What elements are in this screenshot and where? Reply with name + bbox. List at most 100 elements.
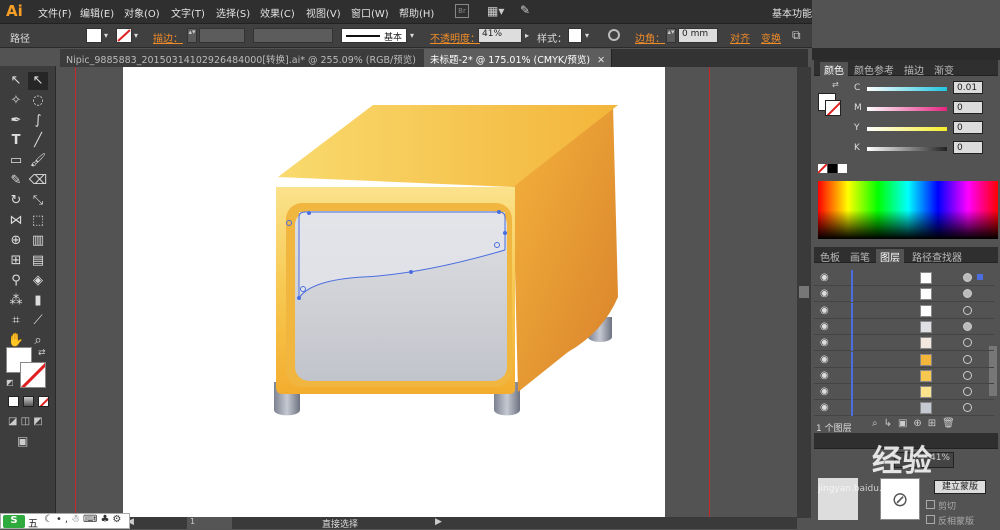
menu-effect[interactable]: 效果(C) — [260, 5, 295, 20]
pen-tool-icon[interactable]: ✒ — [6, 112, 26, 130]
screen-mode-icon[interactable]: ▣ — [17, 434, 28, 448]
layer-row[interactable]: ◉ — [814, 302, 994, 319]
column-graph-icon[interactable]: ▮ — [28, 292, 48, 310]
layer-row[interactable]: ◉ — [814, 286, 994, 303]
target-circle-icon[interactable] — [963, 273, 972, 282]
layer-row[interactable]: ◉ — [814, 367, 994, 384]
anchor-point[interactable] — [503, 231, 507, 235]
stroke-weight-stepper[interactable]: ▴▾ — [187, 28, 197, 43]
visibility-eye-icon[interactable]: ◉ — [820, 305, 829, 316]
target-circle-icon[interactable] — [963, 289, 972, 299]
slice-tool-icon[interactable]: ⟋ — [28, 312, 48, 330]
stroke-link[interactable]: 描边： — [153, 30, 183, 45]
menu-select[interactable]: 选择(S) — [216, 5, 250, 20]
rotate-icon[interactable]: ↻ — [6, 192, 26, 210]
fill-swatch[interactable] — [86, 28, 102, 43]
none-swatch[interactable] — [818, 164, 827, 173]
sogou-logo-icon[interactable]: S — [3, 515, 25, 528]
anchor-point[interactable] — [297, 296, 301, 300]
tab-brushes[interactable]: 画笔 — [846, 249, 874, 264]
paintbrush-icon[interactable]: 🖌 — [28, 152, 48, 170]
anchor-point[interactable] — [409, 270, 413, 274]
target-circle-icon[interactable] — [963, 387, 972, 397]
variable-width-dropdown[interactable] — [253, 28, 333, 43]
target-circle-icon[interactable] — [963, 338, 972, 348]
visibility-eye-icon[interactable]: ◉ — [820, 272, 829, 283]
white-swatch[interactable] — [838, 164, 847, 173]
align-link[interactable]: 对齐 — [730, 30, 750, 45]
clip-checkbox[interactable] — [926, 500, 935, 509]
target-circle-icon[interactable] — [963, 354, 972, 364]
channel-m-slider[interactable] — [867, 107, 947, 111]
menu-file[interactable]: 文件(F) — [38, 5, 72, 20]
channel-y-slider[interactable] — [867, 127, 947, 131]
layer-actions-icons[interactable]: ⌕↳▣⊕⊞🗑 — [872, 418, 961, 429]
mesh-icon[interactable]: ⊞ — [6, 252, 26, 270]
recolor-icon[interactable] — [608, 29, 620, 41]
shape-builder-icon[interactable]: ⊕ — [6, 232, 26, 250]
tab-gradient[interactable]: 渐变 — [930, 62, 958, 77]
layer-row[interactable]: ◉ — [814, 400, 994, 417]
vertical-scrollbar[interactable] — [797, 67, 811, 518]
cabinet-artwork[interactable] — [123, 67, 665, 518]
color-spectrum[interactable] — [818, 181, 998, 239]
transform-link[interactable]: 变换 — [761, 30, 781, 45]
width-tool-icon[interactable]: ⋈ — [6, 212, 26, 230]
brush-chevron-icon[interactable]: ▾ — [410, 31, 414, 40]
menu-type[interactable]: 文字(T) — [171, 5, 205, 20]
line-tool-icon[interactable]: ╱ — [28, 132, 48, 150]
ime-tray-icons[interactable]: ☾•,☃⌨♣⚙ — [44, 514, 124, 525]
visibility-eye-icon[interactable]: ◉ — [820, 321, 829, 332]
swap-colors-icon[interactable]: ⇄ — [832, 80, 839, 89]
swap-colors-icon[interactable]: ⇄ — [38, 348, 46, 358]
gradient-icon[interactable]: ▤ — [28, 252, 48, 270]
drawing-modes-icon[interactable]: ◪ ◫ ◩ — [8, 416, 43, 427]
channel-y-input[interactable]: 0 — [953, 121, 983, 134]
tab-doc-2[interactable]: 未标题-2* @ 175.01% (CMYK/预览) ✕ — [424, 49, 613, 67]
scale-icon[interactable]: ⤡ — [28, 192, 48, 210]
menu-edit[interactable]: 编辑(E) — [80, 5, 114, 20]
channel-k-input[interactable]: 0 — [953, 141, 983, 154]
visibility-eye-icon[interactable]: ◉ — [820, 370, 829, 381]
color-stroke-box[interactable] — [825, 100, 841, 116]
eraser-icon[interactable]: ⌫ — [28, 172, 48, 190]
symbol-sprayer-icon[interactable]: ⁂ — [6, 292, 26, 310]
status-expand-icon[interactable]: ▶ — [435, 517, 442, 527]
selection-tool-icon[interactable]: ↖ — [6, 72, 26, 90]
corner-input[interactable]: 0 mm — [678, 28, 718, 43]
target-circle-icon[interactable] — [963, 403, 972, 413]
visibility-eye-icon[interactable]: ◉ — [820, 288, 829, 299]
tab-stroke[interactable]: 描边 — [900, 62, 928, 77]
menu-window[interactable]: 窗口(W) — [351, 5, 389, 20]
channel-c-input[interactable]: 0.01 — [953, 81, 983, 94]
layer-row[interactable]: ◉ — [814, 318, 994, 335]
channel-c-slider[interactable] — [867, 87, 947, 91]
blend-icon[interactable]: ◈ — [28, 272, 48, 290]
anchor-point[interactable] — [307, 211, 311, 215]
direct-selection-tool-icon[interactable]: ↖ — [28, 72, 48, 90]
corner-stepper[interactable]: ▴▾ — [666, 28, 676, 43]
invert-mask-checkbox[interactable] — [926, 515, 935, 524]
gradient-mode-icon[interactable] — [23, 396, 34, 407]
menu-help[interactable]: 帮助(H) — [399, 5, 434, 20]
artboard[interactable] — [123, 67, 665, 518]
corner-link[interactable]: 边角： — [635, 30, 665, 45]
visibility-eye-icon[interactable]: ◉ — [820, 402, 829, 413]
visibility-eye-icon[interactable]: ◉ — [820, 386, 829, 397]
rectangle-tool-icon[interactable]: ▭ — [6, 152, 26, 170]
black-swatch[interactable] — [828, 164, 837, 173]
lasso-icon[interactable]: ◌ — [28, 92, 48, 110]
perspective-grid-icon[interactable]: ▥ — [28, 232, 48, 250]
fill-chevron-icon[interactable]: ▾ — [104, 31, 108, 40]
channel-m-input[interactable]: 0 — [953, 101, 983, 114]
menu-view[interactable]: 视图(V) — [306, 5, 341, 20]
visibility-eye-icon[interactable]: ◉ — [820, 337, 829, 348]
isolate-icon[interactable]: ⧉ — [792, 28, 801, 43]
none-mode-icon[interactable] — [38, 396, 49, 407]
tab-color[interactable]: 颜色 — [820, 62, 848, 77]
layer-row[interactable]: ◉ — [814, 335, 994, 352]
target-circle-icon[interactable] — [963, 305, 972, 315]
anchor-point[interactable] — [497, 210, 501, 214]
bridge-icon[interactable]: Br — [455, 4, 469, 18]
eyedropper-icon[interactable]: ⚲ — [6, 272, 26, 290]
